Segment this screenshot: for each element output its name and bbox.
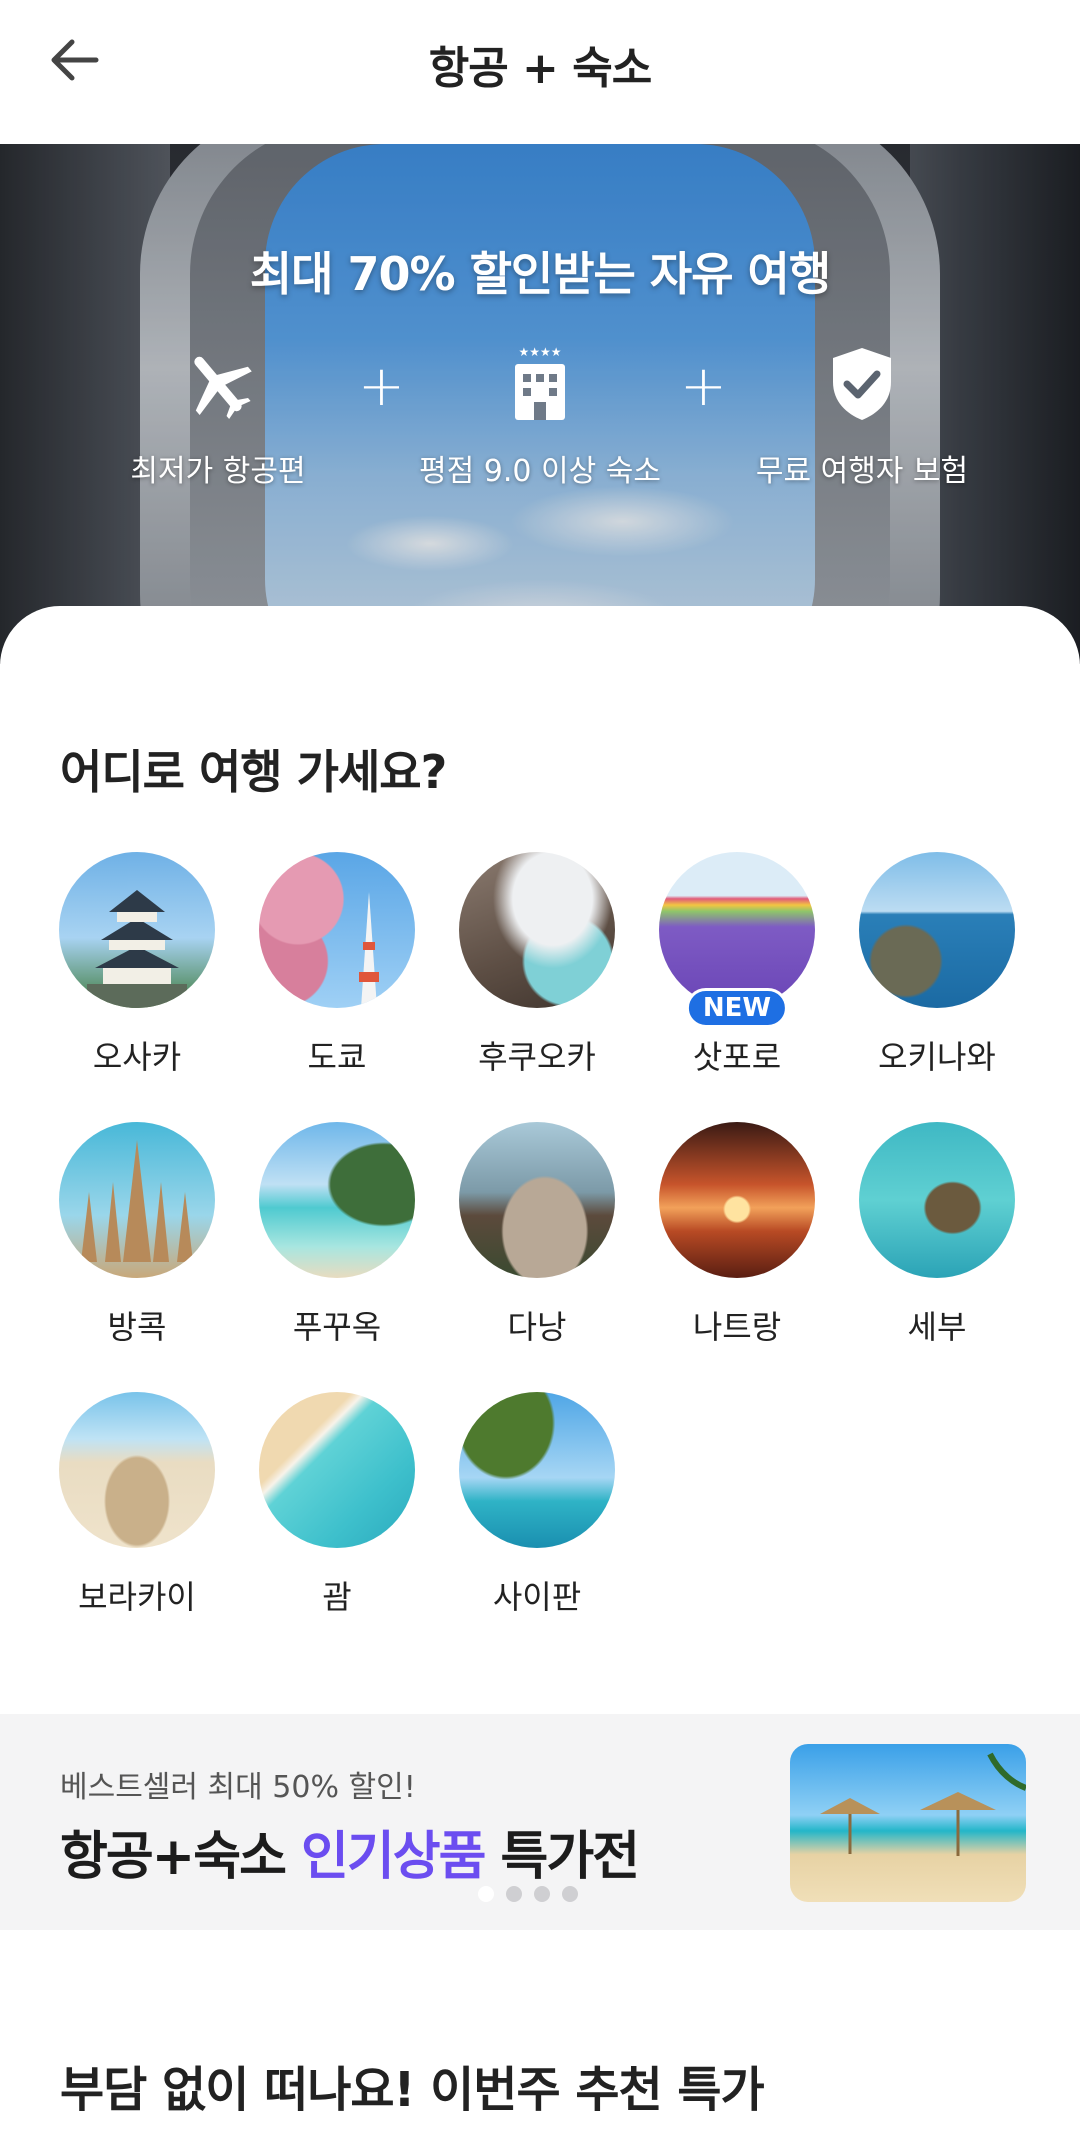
destination-guam[interactable]: 괌: [237, 1392, 437, 1618]
airplane-icon: [194, 356, 252, 420]
destination-name: 방콕: [107, 1308, 167, 1346]
destination-name: 삿포로: [692, 1038, 782, 1076]
destination-name: 사이판: [492, 1578, 582, 1616]
page-title: 항공 + 숙소: [428, 43, 652, 94]
carousel-indicator: [478, 1886, 578, 1902]
destination-phu-quoc[interactable]: 푸꾸옥: [237, 1122, 437, 1348]
destination-name: 괌: [322, 1578, 352, 1616]
destinations-title: 어디로 여행 가세요?: [60, 745, 447, 799]
destination-name: 후쿠오카: [478, 1038, 596, 1076]
promo-title-highlight: 인기상품: [301, 1827, 486, 1887]
destination-image: [59, 1392, 215, 1548]
carousel-dot: [478, 1886, 494, 1902]
destination-sapporo[interactable]: NEW 삿포로: [637, 852, 837, 1078]
destination-tokyo[interactable]: 도쿄: [237, 852, 437, 1078]
new-badge: NEW: [685, 988, 789, 1028]
destination-okinawa[interactable]: 오키나와: [837, 852, 1037, 1078]
promo-banner-title: 항공+숙소 인기상품 특가전: [60, 1814, 641, 1889]
hotel-icon: ★★★★: [515, 345, 565, 420]
promo-title-suffix: 특가전: [484, 1827, 641, 1887]
benefit-insurance-label: 무료 여행자 보험: [755, 454, 969, 489]
destination-image: [659, 1122, 815, 1278]
destination-image: [459, 1122, 615, 1278]
destination-image: [859, 852, 1015, 1008]
destination-name: 세부: [907, 1308, 967, 1346]
destination-osaka[interactable]: 오사카: [37, 852, 237, 1078]
promo-banner-subtitle: 베스트셀러 최대 50% 할인!: [60, 1770, 416, 1805]
carousel-dot: [534, 1886, 550, 1902]
hero-headline: 최대 70% 할인받는 자유 여행: [249, 247, 831, 301]
destination-cebu[interactable]: 세부: [837, 1122, 1037, 1348]
plus-sign: +: [358, 354, 405, 419]
destination-name: 오키나와: [878, 1038, 996, 1076]
benefit-hotel-label: 평점 9.0 이상 숙소: [419, 454, 661, 489]
benefit-flight-label: 최저가 항공편: [130, 454, 306, 489]
destination-name: 푸꾸옥: [292, 1308, 382, 1346]
destination-saipan[interactable]: 사이판: [437, 1392, 637, 1618]
promo-beach-image: [790, 1744, 1026, 1902]
destination-image: [859, 1122, 1015, 1278]
benefit-insurance: 무료 여행자 보험: [732, 344, 992, 490]
destination-image: [59, 852, 215, 1008]
benefit-flight: 최저가 항공편: [88, 344, 348, 490]
destination-image: [259, 852, 415, 1008]
destination-image: [459, 852, 615, 1008]
destination-image: [259, 1392, 415, 1548]
destination-image: [259, 1122, 415, 1278]
promo-banner[interactable]: 베스트셀러 최대 50% 할인! 항공+숙소 인기상품 특가전: [0, 1714, 1080, 1930]
plus-sign: +: [680, 354, 727, 419]
destination-name: 오사카: [92, 1038, 182, 1076]
destination-boracay[interactable]: 보라카이: [37, 1392, 237, 1618]
destination-nha-trang[interactable]: 나트랑: [637, 1122, 837, 1348]
app-header: 항공 + 숙소: [0, 0, 1080, 144]
carousel-dot: [506, 1886, 522, 1902]
destination-name: 다낭: [507, 1308, 567, 1346]
svg-text:★★★★: ★★★★: [518, 345, 561, 359]
destination-image: [659, 852, 815, 1008]
recommend-section-title: 부담 없이 떠나요! 이번주 추천 특가: [60, 2062, 765, 2118]
destination-name: 보라카이: [78, 1578, 196, 1616]
destination-danang[interactable]: 다낭: [437, 1122, 637, 1348]
destination-image: [459, 1392, 615, 1548]
promo-title-prefix: 항공+숙소: [60, 1827, 302, 1887]
hero-banner: 최대 70% 할인받는 자유 여행 최저가 항공편 + ★★★★ 평점 9.0 …: [0, 144, 1080, 664]
destination-bangkok[interactable]: 방콕: [37, 1122, 237, 1348]
benefit-hotel: ★★★★ 평점 9.0 이상 숙소: [410, 344, 670, 490]
destination-name: 나트랑: [692, 1308, 782, 1346]
destination-image: [59, 1122, 215, 1278]
shield-check-icon: [833, 348, 891, 420]
destination-fukuoka[interactable]: 후쿠오카: [437, 852, 637, 1078]
carousel-dot: [562, 1886, 578, 1902]
destination-name: 도쿄: [307, 1038, 367, 1076]
